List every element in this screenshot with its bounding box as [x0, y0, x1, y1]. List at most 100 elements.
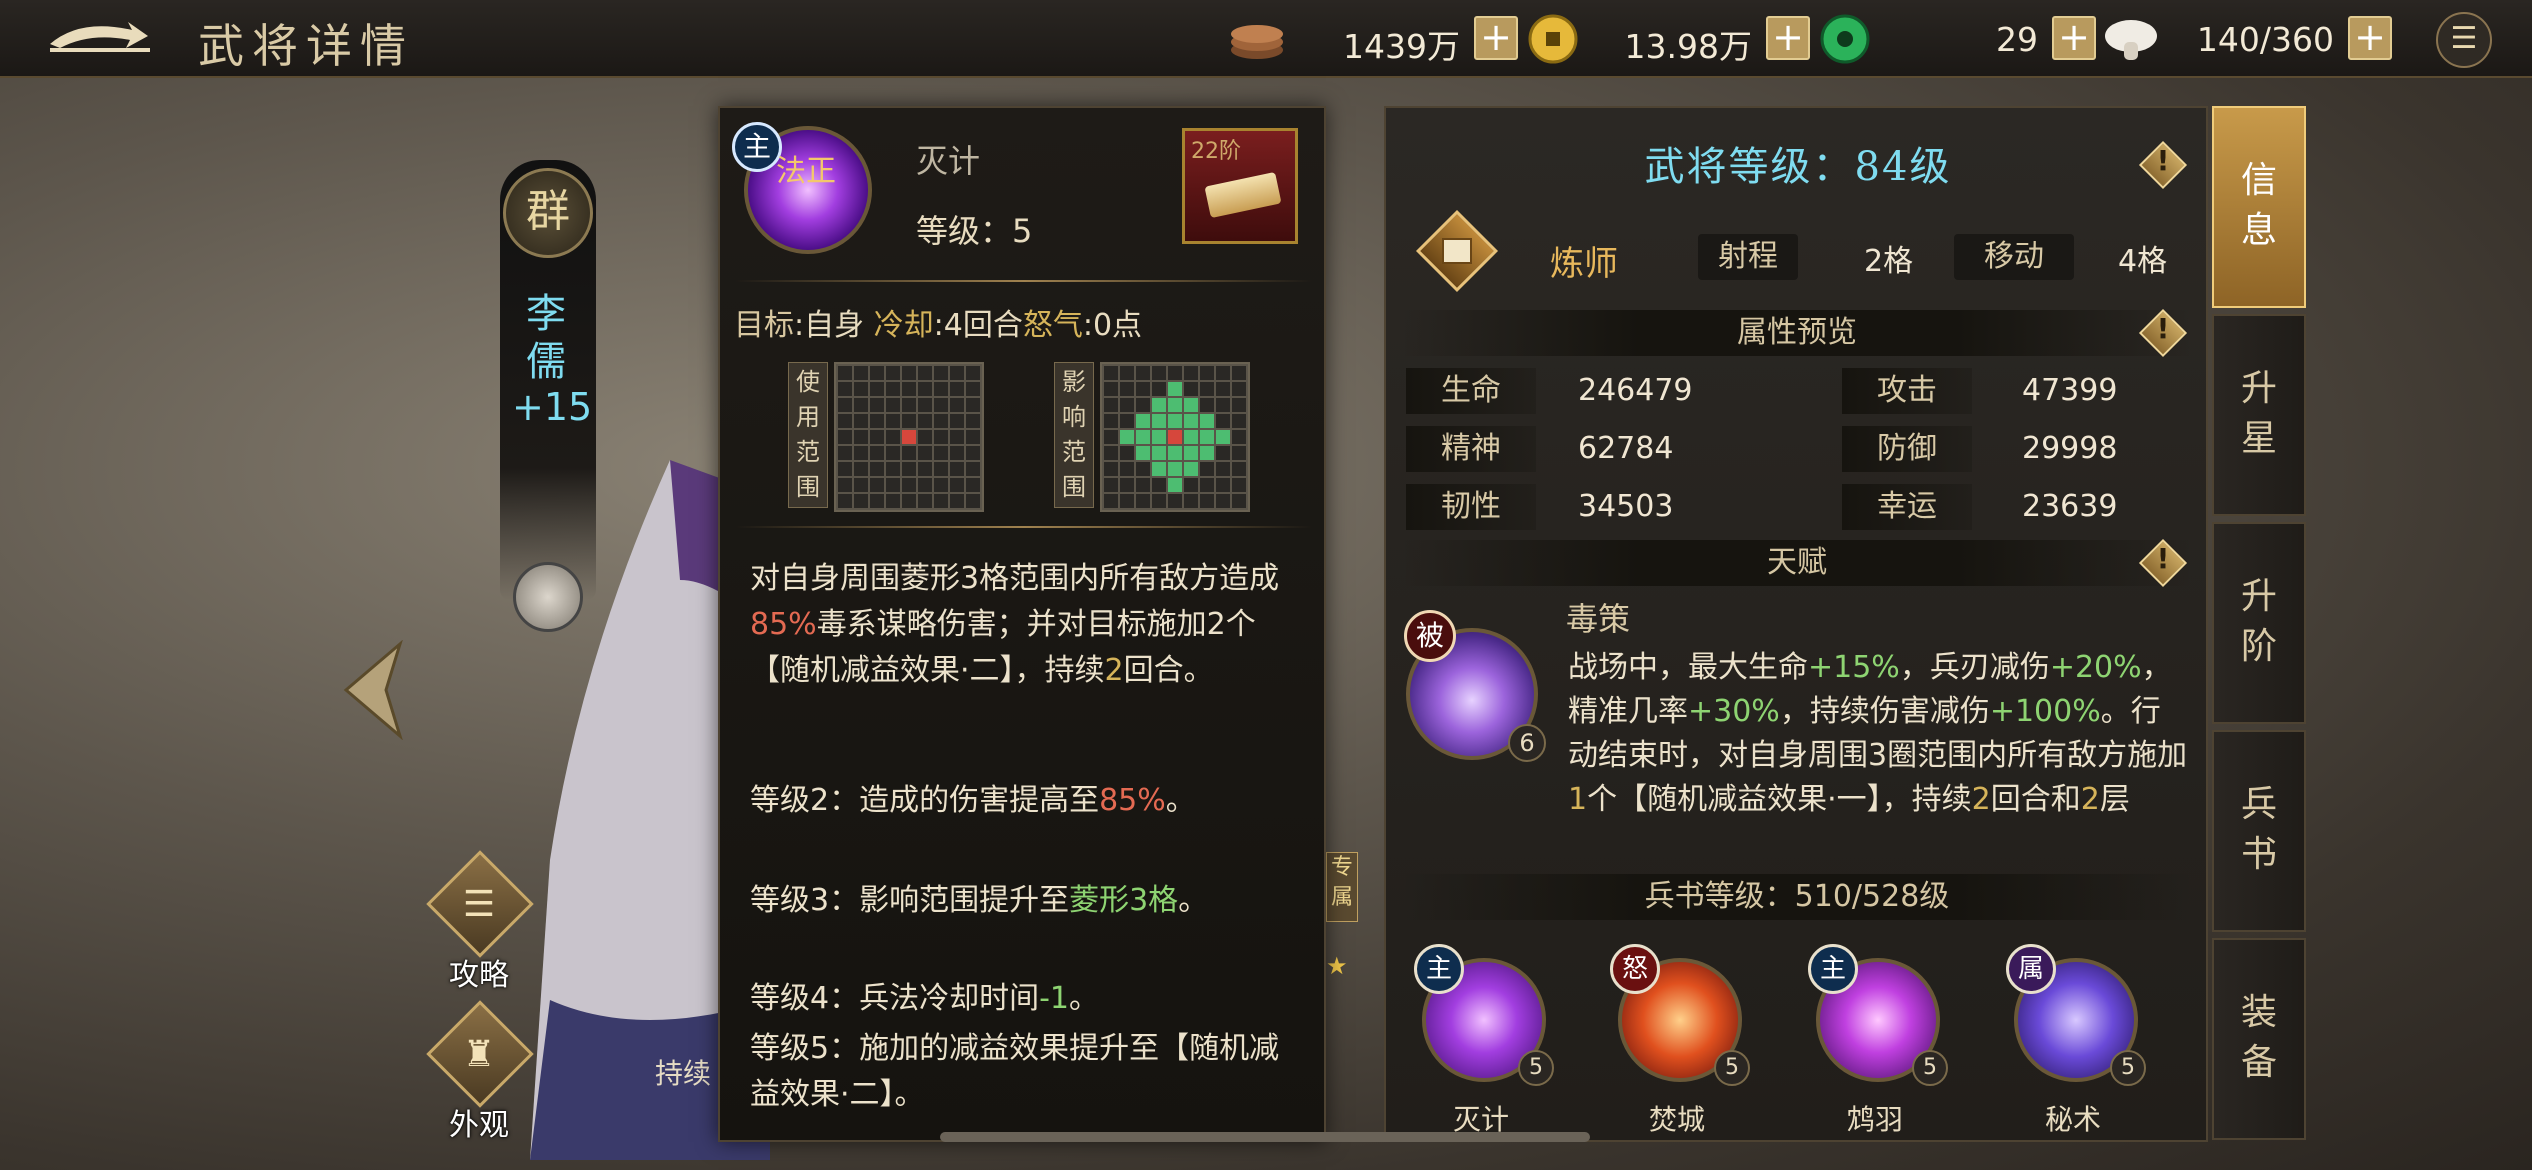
grid-cell — [838, 494, 852, 508]
grid-cell — [918, 366, 932, 380]
copper-coins-icon — [1231, 25, 1283, 59]
mushroom-icon — [2105, 20, 2157, 60]
exclamation-icon: ! — [2156, 542, 2170, 575]
grid-cell — [1232, 462, 1246, 476]
armor-icon: ♜ — [462, 1034, 496, 1075]
grid-cell — [918, 462, 932, 476]
jade-value: 29 — [1996, 20, 2038, 59]
add-copper-button[interactable]: + — [1474, 16, 1518, 60]
grid-cell — [870, 366, 884, 380]
grid-cell — [950, 382, 964, 396]
grid-cell — [934, 462, 948, 476]
scrollbar[interactable] — [940, 1132, 1590, 1142]
grid-cell — [1136, 494, 1150, 508]
grid-cell — [966, 414, 980, 428]
grid-cell — [1200, 366, 1214, 380]
add-gold-button[interactable]: + — [1766, 16, 1810, 60]
resource-copper: 1439万 + — [1228, 14, 1518, 66]
range-label: 射程 — [1698, 234, 1798, 280]
stat-label: 幸运 — [1842, 484, 1972, 530]
tab-equipment[interactable]: 装备 — [2212, 938, 2306, 1140]
grid-cell — [1136, 382, 1150, 396]
grid-cell — [902, 478, 916, 492]
grid-cell — [1136, 414, 1150, 428]
grid-cell — [1168, 382, 1182, 396]
talent-name: 毒策 — [1566, 600, 1631, 638]
grid-cell — [902, 366, 916, 380]
grid-cell — [1184, 398, 1198, 412]
talent-section-title: 天赋 — [1402, 540, 2192, 586]
grid-cell — [854, 462, 868, 476]
appearance-button[interactable]: ♜ 外观 — [424, 1000, 534, 1143]
grid-cell — [1200, 430, 1214, 444]
grid-cell — [1200, 414, 1214, 428]
grid-cell — [886, 462, 900, 476]
grid-cell — [902, 382, 916, 396]
star-icon: ★ — [1326, 952, 1348, 980]
level-info-button[interactable]: ! — [2138, 140, 2188, 190]
stat-value: 29998 — [2022, 431, 2118, 466]
attr-info-button[interactable]: ! — [2138, 308, 2188, 358]
grid-cell — [1216, 462, 1230, 476]
grid-cell — [1136, 462, 1150, 476]
grid-cell — [1232, 478, 1246, 492]
grid-cell — [1120, 414, 1134, 428]
grid-cell — [838, 366, 852, 380]
tab-military-book[interactable]: 兵书 — [2212, 730, 2306, 932]
grid-cell — [1200, 446, 1214, 460]
hero-level: +15 — [512, 385, 593, 429]
resource-jade: 29 + — [1816, 14, 2096, 64]
grid-cell — [918, 398, 932, 412]
move-label: 移动 — [1954, 234, 2074, 280]
attr-section-title: 属性预览 — [1402, 310, 2192, 356]
book-skill-item[interactable]: 主 5 灭计 — [1406, 938, 1556, 1138]
grid-cell — [1232, 398, 1246, 412]
add-jade-button[interactable]: + — [2052, 16, 2096, 60]
book-skill-item[interactable]: 属 5 秘术 — [1998, 938, 2148, 1138]
class-name: 炼师 — [1550, 244, 1618, 284]
tab-upgrade-rank[interactable]: 升阶 — [2212, 522, 2306, 724]
back-button[interactable] — [40, 14, 160, 64]
grid-cell — [1200, 382, 1214, 396]
grid-cell — [934, 414, 948, 428]
book-skill-item[interactable]: 主 5 鸩羽 — [1800, 938, 1950, 1138]
jade-icon — [1820, 14, 1870, 64]
grid-cell — [870, 398, 884, 412]
book-skill-item[interactable]: 怒 5 焚城 — [1602, 938, 1752, 1138]
grid-cell — [1184, 462, 1198, 476]
grid-cell — [934, 430, 948, 444]
grid-cell — [1216, 478, 1230, 492]
grid-cell — [1184, 382, 1198, 396]
grid-cell — [1216, 494, 1230, 508]
menu-button[interactable]: ☰ — [2436, 12, 2492, 68]
tab-info[interactable]: 信息 — [2212, 106, 2306, 308]
grid-cell — [854, 414, 868, 428]
add-mushroom-button[interactable]: + — [2348, 16, 2392, 60]
skill-book-card[interactable]: 22阶 — [1182, 128, 1298, 244]
stat-value: 47399 — [2022, 373, 2118, 408]
grid-cell — [1152, 446, 1166, 460]
talent-info-button[interactable]: ! — [2138, 538, 2188, 588]
grid-cell — [1184, 494, 1198, 508]
previous-hero-arrow-icon[interactable] — [340, 640, 410, 740]
grid-cell — [902, 494, 916, 508]
tab-upgrade-star[interactable]: 升星 — [2212, 314, 2306, 516]
gold-value: 13.98万 — [1624, 27, 1752, 66]
grid-cell — [950, 430, 964, 444]
grid-cell — [1200, 478, 1214, 492]
book-stage: 22阶 — [1191, 139, 1241, 164]
book-level-title: 兵书等级：510/528级 — [1402, 874, 2192, 920]
grid-cell — [950, 494, 964, 508]
stat-value: 246479 — [1578, 373, 1693, 408]
grid-cell — [854, 430, 868, 444]
resource-gold: 13.98万 + — [1524, 14, 1810, 66]
strategy-button[interactable]: ☰ 攻略 — [424, 850, 534, 993]
grid-cell — [918, 446, 932, 460]
grid-cell — [1104, 430, 1118, 444]
grid-cell — [1152, 382, 1166, 396]
grid-cell — [1200, 494, 1214, 508]
exclamation-icon: ! — [2156, 144, 2170, 177]
skill-meta: 目标:自身 冷却:4回合怒气:0点 — [734, 308, 1143, 343]
grid-cell — [838, 398, 852, 412]
grid-cell — [934, 398, 948, 412]
